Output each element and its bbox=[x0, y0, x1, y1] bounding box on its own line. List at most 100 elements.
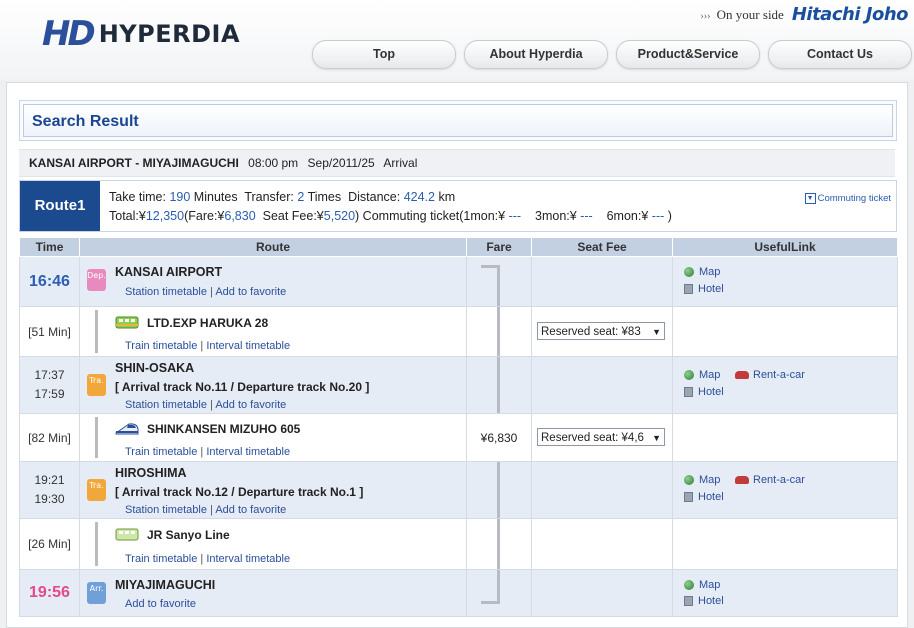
mon1-value: --- bbox=[508, 209, 522, 223]
tagline-arrows: ››› bbox=[700, 10, 711, 22]
train-row-mizuho: [82 Min] SHINKANSEN MIZUHO 605 Train tim… bbox=[19, 413, 898, 462]
hotel-icon bbox=[684, 284, 693, 294]
add-to-favorite-link[interactable]: Add to favorite bbox=[125, 598, 196, 610]
search-conditions: KANSAI AIRPORT - MIYAJIMAGUCHI 08:00 pm … bbox=[19, 149, 895, 177]
globe-icon bbox=[684, 580, 694, 590]
train-timetable-link[interactable]: Train timetable bbox=[125, 340, 197, 352]
hotel-icon bbox=[684, 492, 693, 502]
hotel-icon bbox=[684, 596, 693, 606]
transfer-icon: Tra. bbox=[87, 374, 106, 396]
chevron-down-icon: ▼ bbox=[652, 327, 661, 337]
route-summary: Route1 Take time: 190 Minutes Transfer: … bbox=[19, 180, 897, 232]
station-timetable-link[interactable]: Station timetable bbox=[125, 399, 207, 411]
station-name: SHIN-OSAKA bbox=[115, 361, 195, 375]
train-row-sanyo: [26 Min] JR Sanyo Line Train timetable |… bbox=[19, 518, 898, 570]
rent-a-car-link[interactable]: Rent-a-car bbox=[735, 474, 805, 486]
station-row-shin-osaka: 17:37 17:59 Tra. SHIN-OSAKA [ Arrival tr… bbox=[19, 356, 898, 414]
train-name: SHINKANSEN MIZUHO 605 bbox=[147, 422, 301, 436]
add-to-favorite-link[interactable]: Add to favorite bbox=[215, 286, 286, 298]
train-name: JR Sanyo Line bbox=[147, 528, 230, 542]
nav-top[interactable]: Top bbox=[312, 40, 456, 69]
tagline: ››› On your side bbox=[700, 7, 783, 23]
station-row-miyajimaguchi: 19:56 Arr. MIYAJIMAGUCHI Add to favorite… bbox=[19, 569, 898, 617]
interval-timetable-link[interactable]: Interval timetable bbox=[206, 446, 290, 458]
globe-icon bbox=[684, 267, 694, 277]
main-nav: Top About Hyperdia Product&Service Conta… bbox=[312, 40, 912, 69]
limited-express-train-icon bbox=[115, 316, 139, 329]
track-info: [ Arrival track No.12 / Departure track … bbox=[115, 485, 364, 499]
train-timetable-link[interactable]: Train timetable bbox=[125, 553, 197, 565]
nav-product-service[interactable]: Product&Service bbox=[616, 40, 760, 69]
mon6-value: --- bbox=[651, 209, 665, 223]
ride-duration: [82 Min] bbox=[19, 413, 80, 462]
mon3-value: --- bbox=[580, 209, 593, 223]
station-row-kansai: 16:46 Dep. KANSAI AIRPORT Station timeta… bbox=[19, 256, 898, 307]
col-route: Route bbox=[79, 237, 467, 257]
route-info: Take time: 190 Minutes Transfer: 2 Times… bbox=[109, 188, 672, 226]
rent-a-car-link[interactable]: Rent-a-car bbox=[735, 369, 805, 381]
hotel-icon bbox=[684, 387, 693, 397]
track-info: [ Arrival track No.11 / Departure track … bbox=[115, 380, 370, 394]
station-name: KANSAI AIRPORT bbox=[115, 265, 223, 279]
site-header: HD HYPERDIA ››› On your side Hitachi Joh… bbox=[0, 0, 914, 80]
station-name: HIROSHIMA bbox=[115, 466, 187, 480]
transfer-value: 2 bbox=[297, 190, 305, 204]
hitachi-joho-logo[interactable]: Hitachi Joho bbox=[792, 4, 909, 25]
interval-timetable-link[interactable]: Interval timetable bbox=[206, 340, 290, 352]
tagline-text: On your side bbox=[716, 6, 784, 22]
search-date: Sep/2011/25 bbox=[307, 156, 375, 170]
local-train-icon bbox=[115, 528, 139, 541]
shinkansen-train-icon bbox=[115, 423, 139, 435]
col-time: Time bbox=[19, 237, 80, 257]
col-useful-link: UsefulLink bbox=[672, 237, 898, 257]
dropdown-icon: ▼ bbox=[804, 193, 816, 204]
commuting-ticket-link[interactable]: ▼ Commuting ticket bbox=[804, 193, 891, 204]
total-value: 12,350 bbox=[145, 209, 185, 223]
arrival-time: 19:21 bbox=[34, 473, 65, 487]
add-to-favorite-link[interactable]: Add to favorite bbox=[215, 399, 286, 411]
hotel-link[interactable]: Hotel bbox=[684, 386, 724, 398]
station-row-hiroshima: 19:21 19:30 Tra. HIROSHIMA [ Arrival tra… bbox=[19, 461, 898, 519]
table-header-row: Time Route Fare Seat Fee UsefulLink bbox=[19, 237, 898, 257]
add-to-favorite-link[interactable]: Add to favorite bbox=[215, 504, 286, 516]
map-link[interactable]: Map bbox=[684, 266, 720, 278]
departure-icon: Dep. bbox=[87, 269, 106, 291]
departure-time: 16:46 bbox=[19, 256, 80, 307]
distance-value: 424.2 bbox=[403, 190, 435, 204]
map-link[interactable]: Map bbox=[684, 579, 720, 591]
route-badge: Route1 bbox=[20, 181, 100, 231]
fare-value: ¥6,830 bbox=[466, 413, 532, 462]
map-link[interactable]: Map bbox=[684, 474, 720, 486]
map-link[interactable]: Map bbox=[684, 369, 720, 381]
car-icon bbox=[735, 371, 749, 379]
nav-contact[interactable]: Contact Us bbox=[768, 40, 912, 69]
logo-mark: HD bbox=[42, 14, 96, 54]
interval-timetable-link[interactable]: Interval timetable bbox=[206, 553, 290, 565]
nav-about[interactable]: About Hyperdia bbox=[464, 40, 608, 69]
transfer-icon: Tra. bbox=[87, 479, 106, 501]
search-result-box: Search Result bbox=[19, 100, 897, 141]
car-icon bbox=[735, 476, 749, 484]
search-time: 08:00 pm bbox=[248, 156, 299, 170]
seat-type-select[interactable]: Reserved seat: ¥4,6 ▼ bbox=[537, 428, 665, 446]
route-line-2: Total:¥12,350(Fare:¥6,830 Seat Fee:¥5,52… bbox=[109, 209, 672, 223]
col-seat-fee: Seat Fee bbox=[531, 237, 673, 257]
search-type: Arrival bbox=[383, 156, 418, 170]
arrival-time: 17:37 bbox=[34, 368, 65, 382]
station-timetable-link[interactable]: Station timetable bbox=[125, 286, 207, 298]
train-row-haruka: [51 Min] LTD.EXP HARUKA 28 Train timetab… bbox=[19, 306, 898, 357]
col-fare: Fare bbox=[466, 237, 532, 257]
hyperdia-logo[interactable]: HD HYPERDIA bbox=[42, 14, 240, 54]
hotel-link[interactable]: Hotel bbox=[684, 283, 724, 295]
fare-total-value: 6,830 bbox=[224, 209, 256, 223]
arrival-time: 19:56 bbox=[19, 569, 80, 617]
seat-fee-total-value: 5,520 bbox=[323, 209, 356, 223]
station-timetable-link[interactable]: Station timetable bbox=[125, 504, 207, 516]
seat-type-select[interactable]: Reserved seat: ¥83 ▼ bbox=[537, 322, 665, 340]
train-name: LTD.EXP HARUKA 28 bbox=[147, 316, 269, 330]
hotel-link[interactable]: Hotel bbox=[684, 595, 724, 607]
hotel-link[interactable]: Hotel bbox=[684, 491, 724, 503]
train-timetable-link[interactable]: Train timetable bbox=[125, 446, 197, 458]
globe-icon bbox=[684, 475, 694, 485]
station-name: MIYAJIMAGUCHI bbox=[115, 578, 216, 592]
